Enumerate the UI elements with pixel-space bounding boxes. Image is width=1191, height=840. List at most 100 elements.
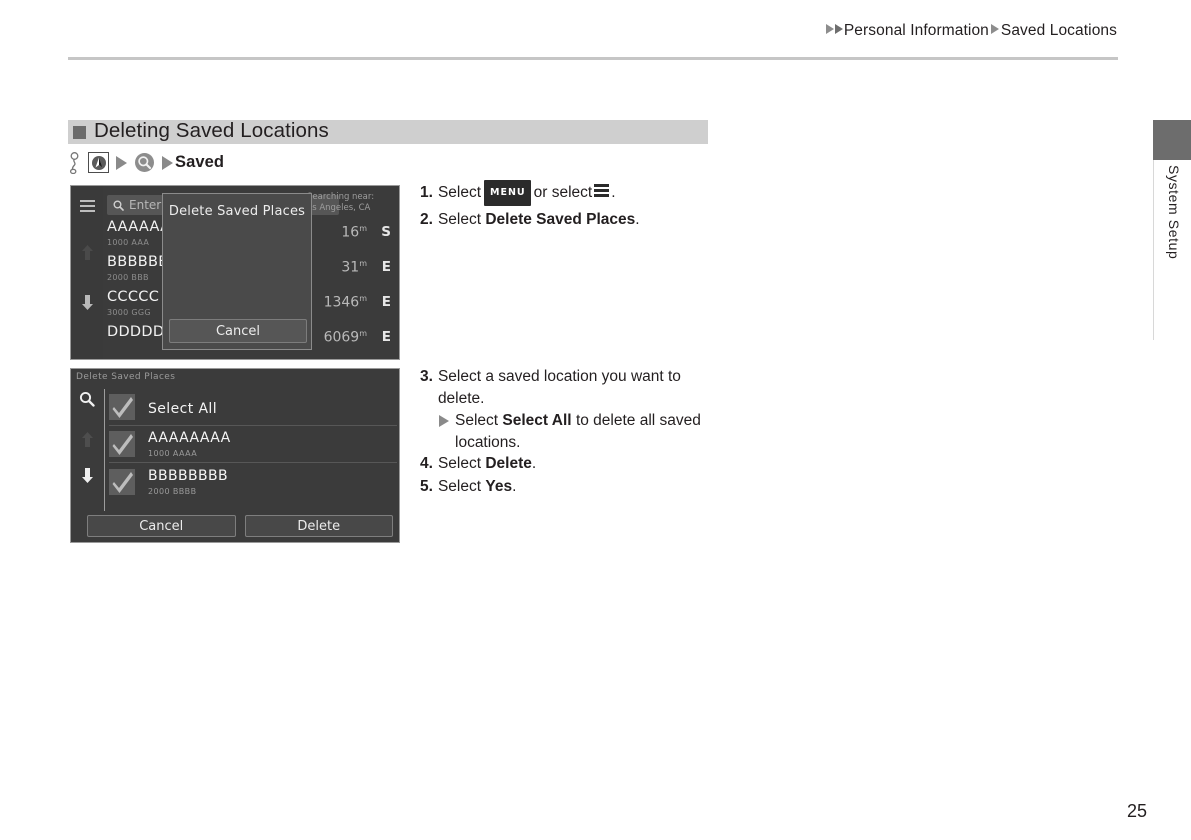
- page-number: 25: [1126, 801, 1147, 821]
- cancel-button[interactable]: Cancel: [87, 515, 236, 537]
- list-item-distance: 6069m: [323, 329, 367, 346]
- screen2-button-row: Cancel Delete: [87, 515, 393, 537]
- step-1: 1. Select MENU or select.: [420, 180, 720, 208]
- list-item-address: 2000 BBB: [107, 273, 149, 282]
- breadcrumb-item-personal-information: Personal Information: [843, 22, 989, 39]
- list-item-text: BBBBBBBB 2000 BBBB: [148, 468, 228, 496]
- menu-hamburger-icon[interactable]: [80, 200, 95, 215]
- breadcrumb-arrow-icon: [825, 24, 834, 34]
- step-2-bold: Delete Saved Places: [485, 210, 636, 228]
- list-item-address: 3000 GGG: [107, 308, 151, 317]
- breadcrumb-separator-icon: [990, 24, 999, 34]
- path-destination-label: Saved: [175, 153, 225, 171]
- step-text: Select Yes.: [438, 476, 720, 498]
- search-icon: [113, 196, 124, 215]
- step-5-bold: Yes: [485, 477, 513, 495]
- list-item[interactable]: BBBBBBBB 2000 BBBB: [109, 463, 397, 500]
- step-number: 2.: [420, 210, 433, 228]
- instruction-steps-top: 1. Select MENU or select. 2. Select Delete…: [420, 180, 720, 231]
- breadcrumb: Personal Information Saved Locations: [825, 22, 1117, 40]
- checkbox-checked-icon[interactable]: [109, 431, 135, 457]
- delete-button[interactable]: Delete: [244, 515, 393, 537]
- step-1-mid: or select: [533, 184, 593, 201]
- screen2-divider: [104, 389, 105, 511]
- list-item-address: 1000 AAAA: [148, 449, 198, 458]
- checkbox-checked-icon[interactable]: [109, 394, 135, 420]
- searching-near-value: os Angeles, CA: [307, 203, 371, 213]
- list-item-text: Select All: [148, 398, 217, 417]
- step-4: 4. Select Delete.: [420, 453, 720, 475]
- delete-saved-places-dialog: Delete Saved Places Cancel: [162, 193, 312, 350]
- section-heading: Deleting Saved Locations: [68, 119, 708, 144]
- step-text: Select MENU or select.: [437, 180, 720, 208]
- step-2: 2. Select Delete Saved Places.: [420, 209, 720, 231]
- substep-text: Select Select All to delete all saved lo…: [455, 410, 720, 453]
- list-item[interactable]: Select All: [109, 389, 397, 426]
- list-item-name: DDDDD: [107, 324, 165, 340]
- list-item-direction: E: [381, 259, 391, 275]
- step-5-pre: Select: [437, 477, 482, 495]
- path-arrow-icon-1: [116, 155, 127, 170]
- scroll-up-icon[interactable]: [80, 244, 95, 261]
- list-item-distance: 1346m: [323, 294, 367, 311]
- list-item-name: AAAAAAAA: [148, 430, 231, 446]
- step-3-substep: Select Select All to delete all saved lo…: [439, 410, 720, 453]
- search-circle-icon: [134, 152, 155, 173]
- step-2-pre: Select: [437, 210, 482, 228]
- header-divider: [68, 57, 1118, 60]
- search-icon[interactable]: [79, 391, 95, 411]
- step-text: Select Delete.: [438, 453, 720, 475]
- scroll-down-icon[interactable]: [80, 467, 95, 484]
- scroll-down-icon[interactable]: [80, 294, 95, 311]
- step-2-post: .: [635, 210, 640, 228]
- substep-arrow-icon: [439, 415, 449, 427]
- searching-near-block: Searching near: os Angeles, CA: [307, 192, 395, 214]
- navigation-home-icon: [88, 152, 109, 173]
- checkbox-checked-icon[interactable]: [109, 468, 135, 495]
- scroll-up-icon[interactable]: [80, 431, 95, 448]
- step-4-post: .: [531, 455, 537, 472]
- step-number: 3.: [420, 368, 433, 385]
- dialog-title: Delete Saved Places: [168, 204, 306, 219]
- list-item-name: CCCCC: [107, 289, 160, 305]
- step-5: 5. Select Yes.: [420, 476, 720, 498]
- list-item-address: 1000 AAA: [107, 238, 150, 247]
- device-screenshot-dialog: Enter Searching near: os Angeles, CA AAA…: [70, 185, 400, 360]
- list-item-direction: S: [381, 224, 391, 240]
- search-input-placeholder: Enter: [129, 198, 162, 212]
- manual-page: Personal Information Saved Locations Sys…: [0, 0, 1191, 840]
- list-item-name: BBBBBBBB: [148, 467, 229, 484]
- path-arrow-icon-2: [162, 155, 173, 170]
- list-item-distance: 16m: [341, 224, 367, 241]
- list-item-direction: E: [381, 329, 391, 345]
- menu-hamburger-icon[interactable]: [594, 184, 610, 199]
- dialog-cancel-button[interactable]: Cancel: [169, 319, 307, 343]
- person-icon: [68, 151, 81, 174]
- breadcrumb-arrow-icon-2: [834, 24, 843, 34]
- device-screenshot-delete-list: Delete Saved Places Select All AAAAAAAA …: [70, 368, 400, 543]
- instruction-steps-bottom: 3. Select a saved location you want to d…: [420, 366, 720, 498]
- step-number: 1.: [420, 184, 433, 201]
- menu-button-badge[interactable]: MENU: [484, 180, 531, 206]
- list-item-name: AAAAAA: [107, 219, 171, 235]
- step-text: Select a saved location you want to dele…: [437, 368, 681, 407]
- list-item-distance: 31m: [341, 259, 367, 276]
- step-number: 4.: [420, 455, 433, 472]
- substep-pre: Select: [455, 412, 499, 429]
- step-5-post: .: [512, 477, 517, 495]
- list-item-text: AAAAAAAA 1000 AAAA: [148, 430, 231, 458]
- step-4-bold: Delete: [485, 455, 532, 472]
- step-1-pre: Select: [437, 184, 482, 201]
- step-text: Select Delete Saved Places.: [438, 209, 720, 231]
- bullet-square-icon: [73, 125, 86, 139]
- step-number: 5.: [420, 477, 433, 495]
- screen1-left-rail: [71, 186, 103, 359]
- side-tab-marker: [1153, 120, 1191, 160]
- breadcrumb-item-saved-locations: Saved Locations: [1000, 22, 1117, 39]
- list-item[interactable]: AAAAAAAA 1000 AAAA: [109, 426, 397, 463]
- substep-bold: Select All: [502, 412, 572, 429]
- section-heading-label: Deleting Saved Locations: [94, 119, 329, 142]
- step-4-pre: Select: [437, 455, 482, 472]
- searching-near-label: Searching near:: [307, 192, 375, 202]
- step-3: 3. Select a saved location you want to d…: [420, 366, 720, 409]
